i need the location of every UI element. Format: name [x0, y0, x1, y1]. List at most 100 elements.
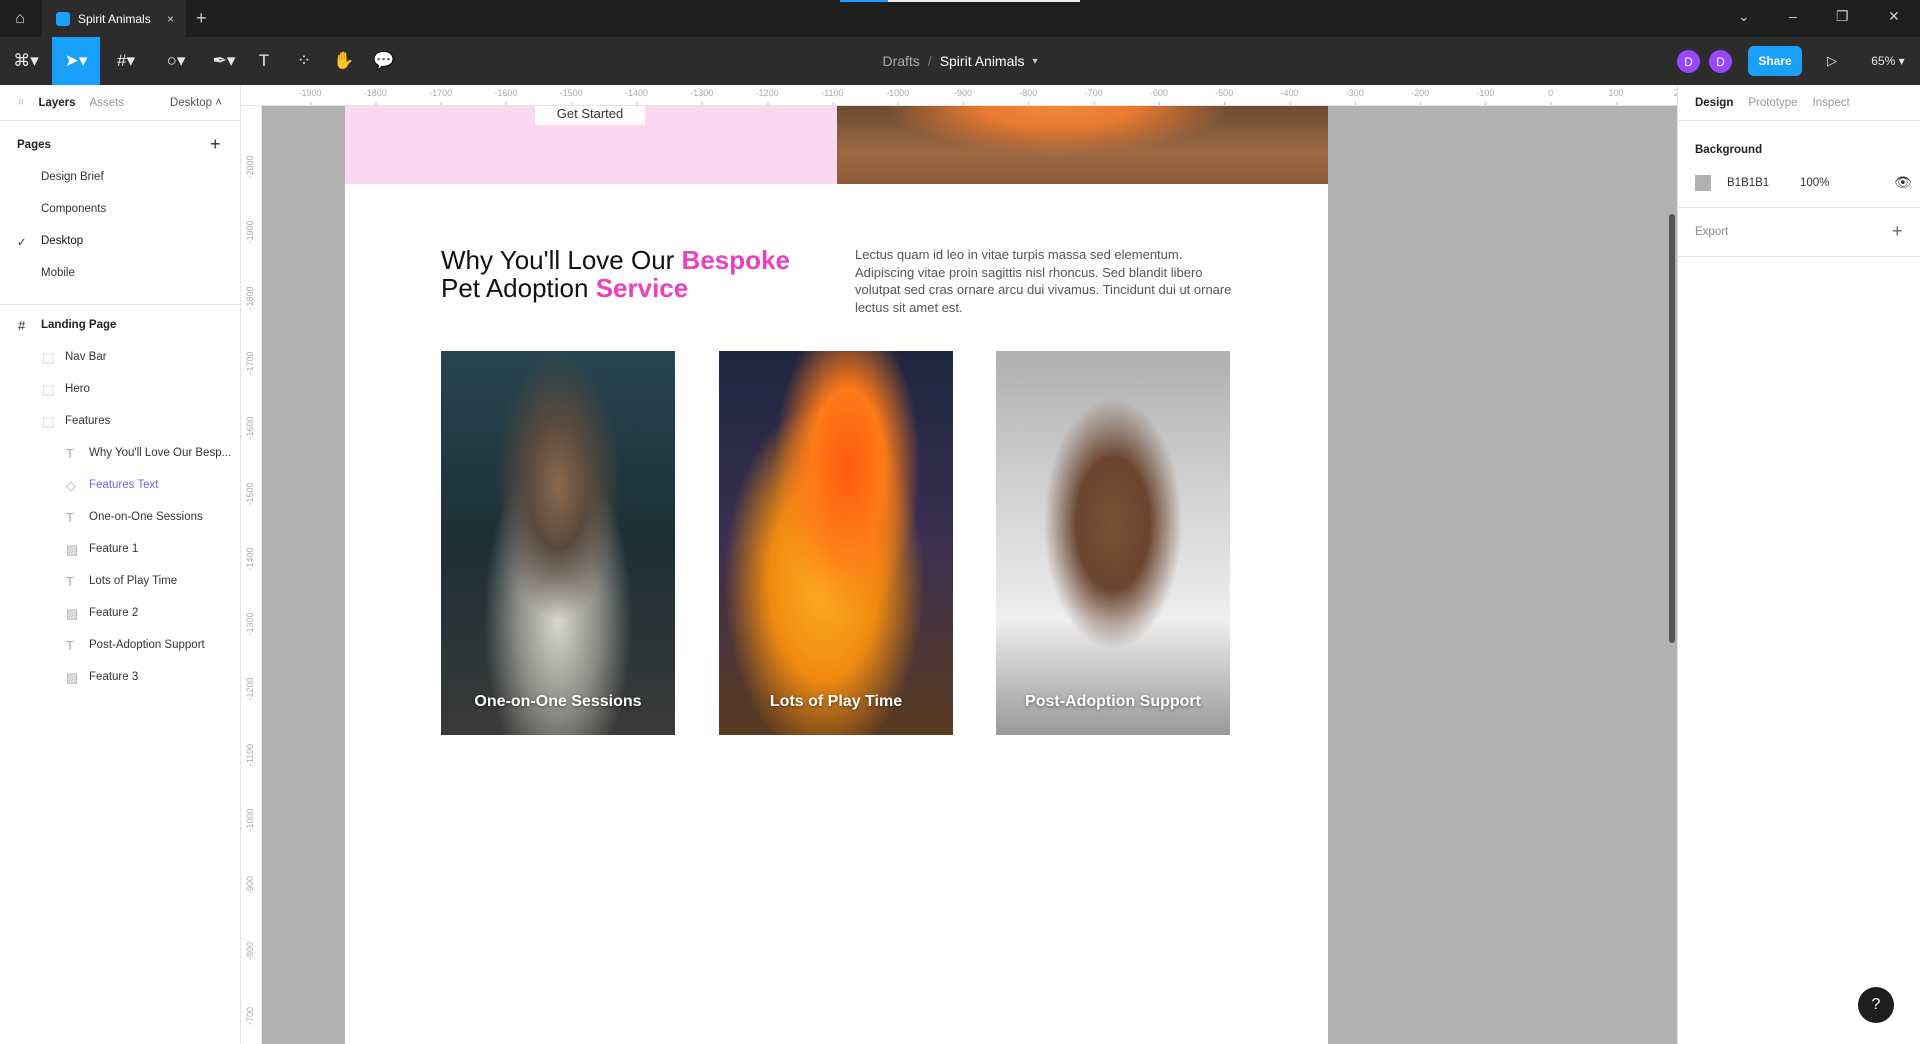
breadcrumb-drafts[interactable]: Drafts: [882, 53, 919, 69]
ruler-tick-label: -1200: [755, 88, 779, 105]
layer-item[interactable]: Feature 2: [89, 607, 138, 619]
home-icon[interactable]: ⌂: [0, 0, 40, 37]
add-export-icon[interactable]: +: [1892, 221, 1903, 242]
ruler-tick-label: -900: [245, 876, 255, 895]
components-tool-icon[interactable]: ⁘: [290, 37, 318, 85]
tab-design[interactable]: Design: [1695, 97, 1733, 109]
layer-item[interactable]: One-on-One Sessions: [89, 511, 203, 523]
close-tab-icon[interactable]: ×: [167, 12, 174, 26]
ruler-tick-label: -100: [1476, 88, 1495, 105]
figma-file-icon: [56, 11, 70, 26]
tab-prototype[interactable]: Prototype: [1748, 97, 1797, 109]
minimize-button[interactable]: –: [1789, 8, 1797, 24]
move-tool-icon[interactable]: ➤▾: [52, 37, 100, 85]
text-tool-icon[interactable]: T: [250, 37, 278, 85]
layer-item[interactable]: Features: [65, 415, 110, 427]
layer-item[interactable]: Nav Bar: [65, 351, 107, 363]
landing-page-frame[interactable]: Get Started Why You'll Love Our Bespoke …: [345, 106, 1328, 1044]
background-title: Background: [1695, 144, 1763, 156]
canvas[interactable]: Get Started Why You'll Love Our Bespoke …: [262, 106, 1677, 1044]
file-tab[interactable]: Spirit Animals ×: [42, 0, 186, 37]
export-title: Export: [1695, 226, 1729, 238]
divider: [0, 304, 240, 305]
avatar[interactable]: D: [1677, 50, 1700, 73]
ruler-tick-label: -1700: [245, 351, 255, 375]
layer-item[interactable]: Feature 1: [89, 543, 138, 555]
features-text[interactable]: Lectus quam id leo in vitae turpis massa…: [855, 246, 1235, 317]
page-item[interactable]: Desktop: [41, 235, 83, 247]
tab-bar: ⌂ Spirit Animals × + ⌄ – ❐ ✕: [0, 0, 1920, 37]
search-icon[interactable]: ⌕: [18, 96, 24, 109]
comment-tool-icon[interactable]: 💬: [370, 37, 398, 85]
ruler-tick-label: -1900: [245, 220, 255, 244]
page-selector-label: Desktop: [169, 96, 213, 109]
hero-section[interactable]: Get Started: [345, 106, 837, 184]
layer-item[interactable]: Hero: [65, 383, 90, 395]
text-icon: T: [66, 638, 74, 653]
features-heading[interactable]: Why You'll Love Our Bespoke Pet Adoption…: [441, 246, 841, 302]
ruler-tick-label: -1400: [624, 88, 649, 105]
background-opacity[interactable]: 100%: [1800, 177, 1829, 189]
feature-1-label: One-on-One Sessions: [474, 693, 642, 710]
maximize-button[interactable]: ❐: [1836, 8, 1849, 25]
page-selector[interactable]: Desktop ˄: [170, 97, 222, 109]
eye-icon[interactable]: 👁: [1894, 174, 1912, 191]
layers-panel: ⌕ Layers Assets Desktop ˄ Pages + Design…: [0, 85, 241, 1044]
layer-item[interactable]: Landing Page: [41, 319, 116, 331]
frame-icon: #: [18, 318, 26, 333]
background-color-swatch[interactable]: [1695, 175, 1711, 191]
heading-accent: Service: [595, 273, 689, 303]
help-button[interactable]: ?: [1858, 987, 1894, 1023]
properties-panel: Design Prototype Inspect Background B1B1…: [1677, 85, 1920, 1044]
group-icon: ⬚: [42, 382, 55, 397]
page-item[interactable]: Components: [41, 203, 106, 215]
feature-3-card[interactable]: Post-Adoption Support: [996, 351, 1230, 735]
share-button[interactable]: Share: [1748, 46, 1802, 76]
ruler-tick-label: -1900: [298, 88, 322, 105]
page-item[interactable]: Mobile: [41, 267, 75, 279]
shape-tool-icon[interactable]: ○▾: [156, 37, 196, 85]
layer-item[interactable]: Features Text: [89, 479, 158, 491]
page-item[interactable]: Design Brief: [41, 171, 104, 183]
tab-layers[interactable]: Layers: [38, 97, 75, 109]
ruler-tick-label: 100: [1608, 88, 1624, 105]
tab-assets[interactable]: Assets: [90, 97, 125, 109]
pen-tool-icon[interactable]: ✒▾: [204, 37, 244, 85]
text-icon: T: [66, 446, 74, 461]
hand-tool-icon[interactable]: ✋: [330, 37, 358, 85]
vertical-ruler: -2000 -1900 -1800 -1700 -1600 -1500 -1400 -1300…: [241, 106, 262, 1044]
ruler-tick-label: -1300: [690, 88, 714, 105]
feature-1-card[interactable]: One-on-One Sessions: [441, 351, 675, 735]
ruler-tick-label: -1800: [363, 88, 387, 105]
add-page-icon[interactable]: +: [210, 134, 221, 155]
loading-progress: [840, 0, 1080, 2]
tab-inspect[interactable]: Inspect: [1813, 97, 1850, 109]
file-name[interactable]: Spirit Animals: [940, 53, 1025, 69]
new-tab-button[interactable]: +: [196, 8, 207, 29]
layer-item[interactable]: Why You'll Love Our Besp...: [89, 447, 231, 459]
present-play-icon[interactable]: ▷: [1820, 37, 1844, 85]
heading-text: Pet Adoption: [441, 273, 596, 303]
ruler-tick-label: -700: [1084, 88, 1103, 105]
avatar[interactable]: D: [1709, 50, 1732, 73]
feature-3-label: Post-Adoption Support: [1025, 693, 1201, 710]
ruler-tick-label: -1600: [245, 416, 255, 440]
ruler-tick-label: -1000: [245, 808, 255, 832]
layer-item[interactable]: Post-Adoption Support: [89, 639, 205, 651]
zoom-menu[interactable]: 65% ▾: [1864, 37, 1912, 85]
frame-tool-icon[interactable]: #▾: [106, 37, 146, 85]
breadcrumb-separator: /: [927, 53, 932, 69]
main-menu-icon[interactable]: ⌘▾: [6, 37, 46, 85]
ruler-tick-label: -800: [245, 941, 255, 960]
breadcrumb: Drafts / Spirit Animals ▾: [0, 37, 1920, 85]
layer-item[interactable]: Feature 3: [89, 671, 138, 683]
vertical-scrollbar[interactable]: [1669, 214, 1675, 643]
feature-2-card[interactable]: Lots of Play Time: [719, 351, 953, 735]
hero-image[interactable]: [837, 106, 1328, 184]
get-started-button[interactable]: Get Started: [535, 106, 645, 125]
background-hex[interactable]: B1B1B1: [1727, 177, 1769, 189]
close-window-button[interactable]: ✕: [1888, 8, 1900, 25]
layer-item[interactable]: Lots of Play Time: [89, 575, 177, 587]
chevron-down-icon[interactable]: ⌄: [1738, 8, 1750, 25]
chevron-down-icon[interactable]: ▾: [1033, 56, 1038, 67]
